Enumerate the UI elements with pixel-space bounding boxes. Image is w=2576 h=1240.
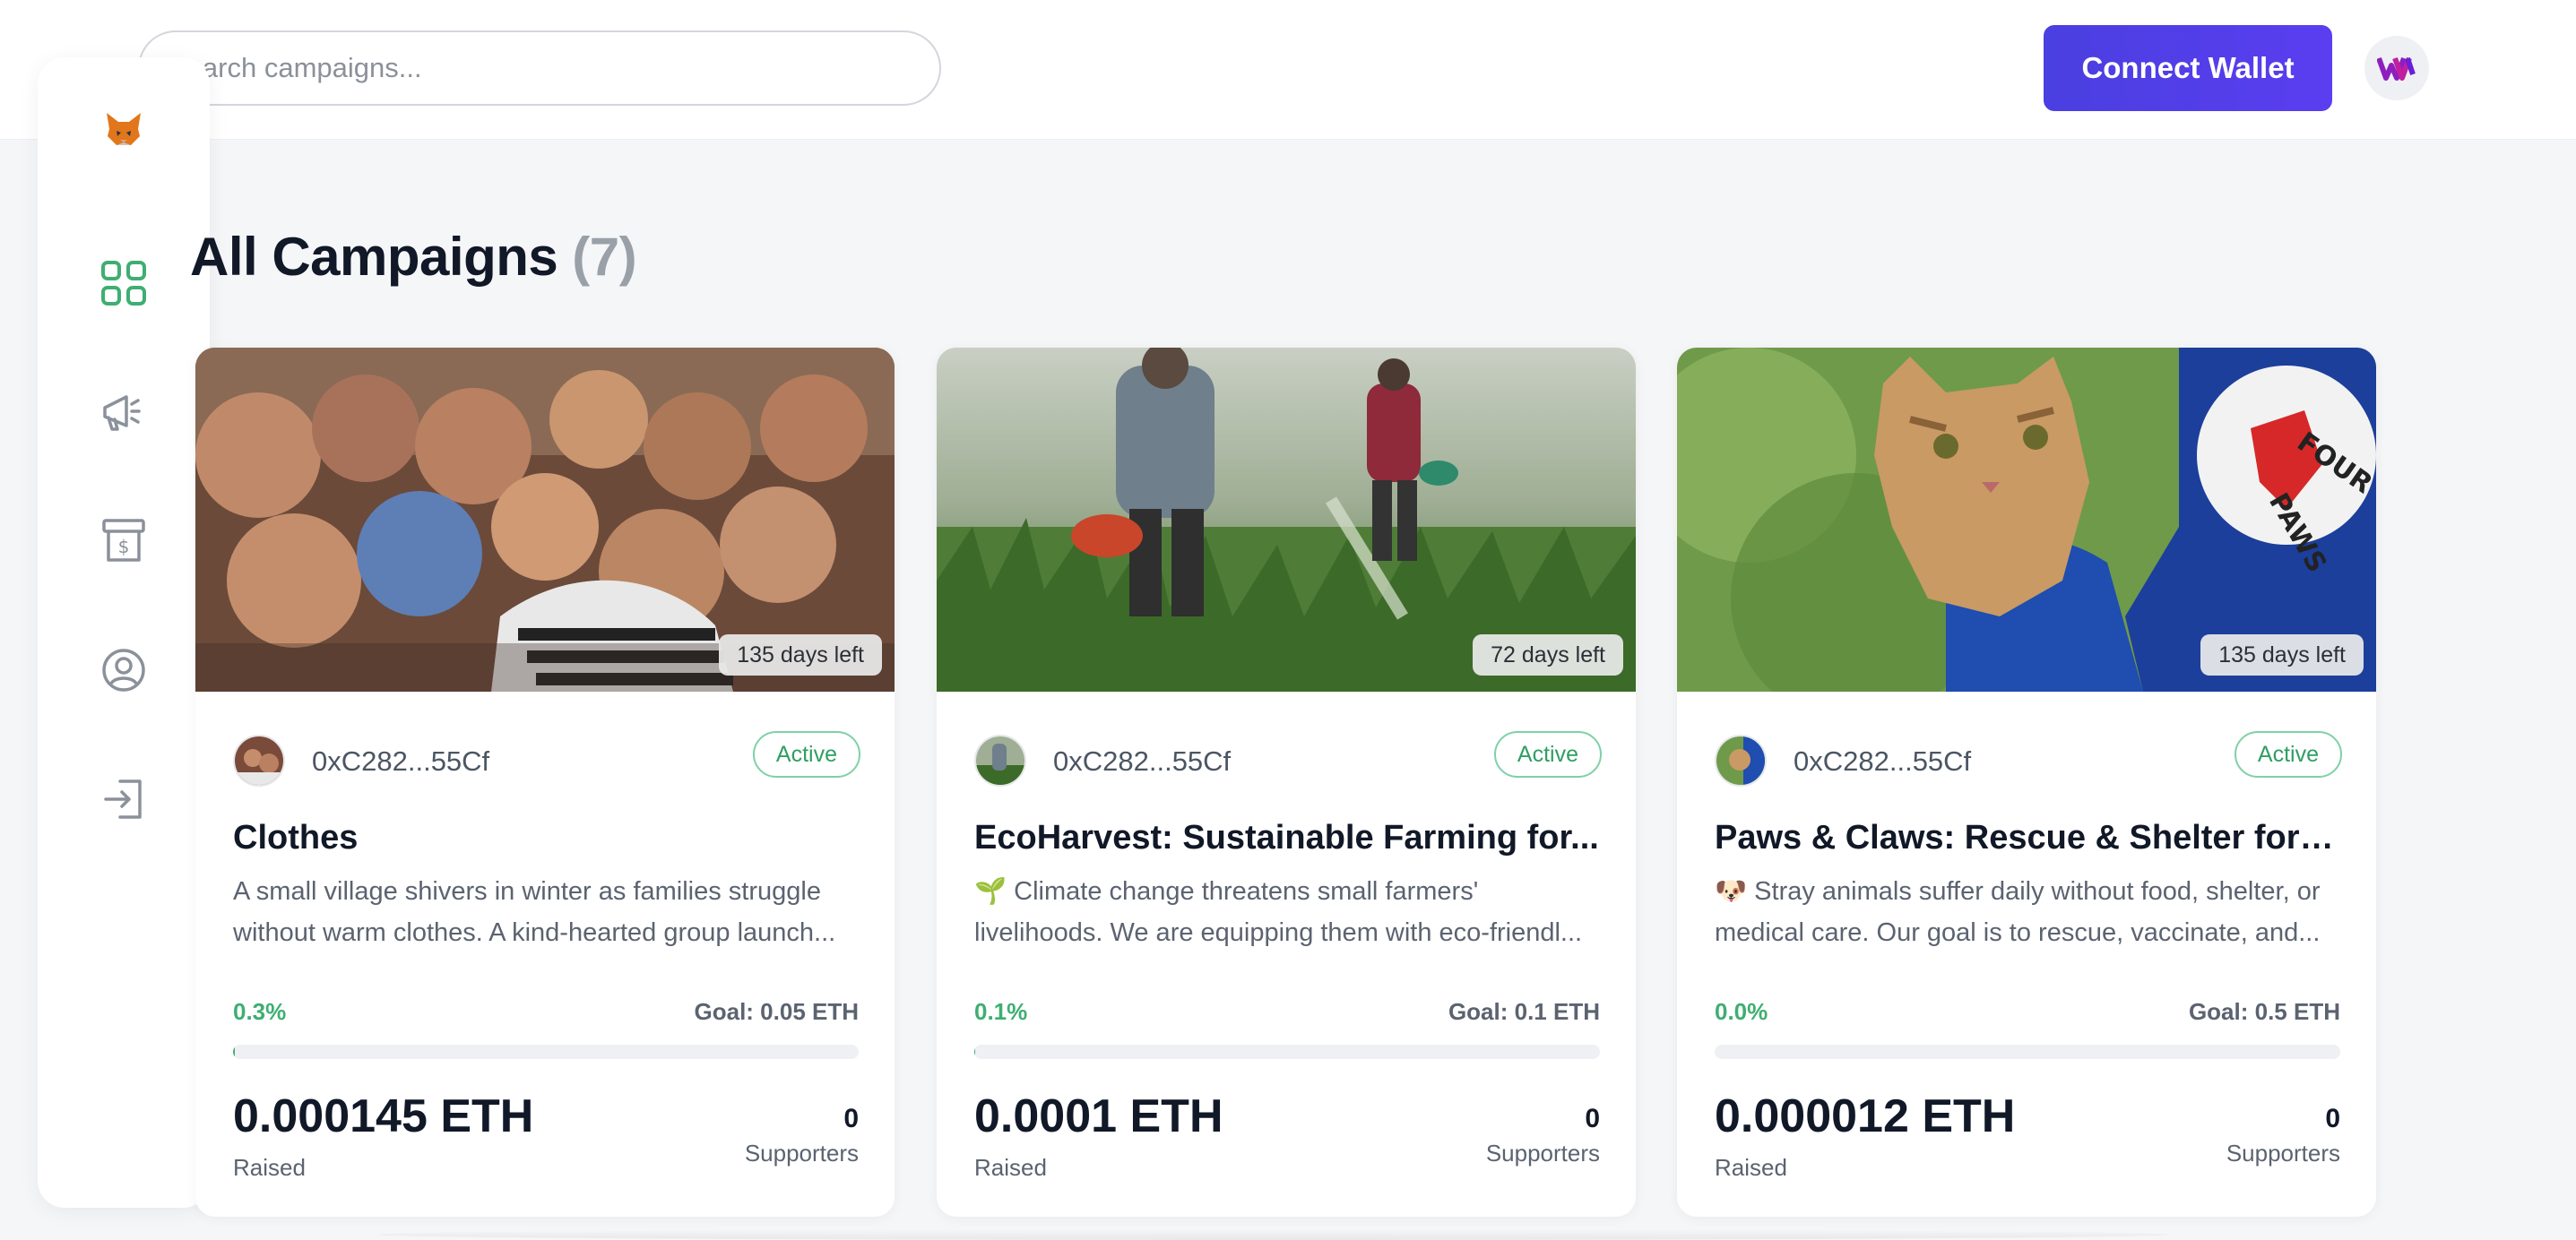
page-title-text: All Campaigns xyxy=(190,227,558,287)
campaign-description: 🌱 Climate change threatens small farmers… xyxy=(974,877,1583,947)
payment-icon[interactable]: $ xyxy=(95,512,152,570)
days-left-badge: 72 days left xyxy=(1473,634,1623,676)
creator-row: 0xC282...55Cf Active xyxy=(233,731,860,788)
progress-bar-fill xyxy=(974,1045,975,1059)
progress-bar xyxy=(974,1045,1600,1059)
days-left-badge: 135 days left xyxy=(2200,634,2364,676)
raised-label: Raised xyxy=(974,1154,1047,1181)
campaign-title: Paws & Claws: Rescue & Shelter for Str..… xyxy=(1715,819,2342,857)
creator-address: 0xC282...55Cf xyxy=(1794,745,1972,777)
user-icon[interactable] xyxy=(95,642,152,699)
campaign-image: 135 days left xyxy=(195,348,895,692)
campaign-description: 🐶 Stray animals suffer daily without foo… xyxy=(1715,877,2321,947)
raised-label: Raised xyxy=(233,1154,306,1181)
raised-amount: 0.000145 ETH xyxy=(233,1090,534,1142)
status-badge: Active xyxy=(1493,731,1602,778)
logout-icon[interactable] xyxy=(95,771,152,828)
progress-bar xyxy=(233,1045,859,1059)
raised-label: Raised xyxy=(1715,1154,1787,1181)
scroll-shadow xyxy=(376,1229,2169,1240)
progress-bar-fill xyxy=(233,1045,236,1059)
w-logo-icon[interactable] xyxy=(2364,36,2429,100)
supporters-count: 0 xyxy=(843,1104,859,1133)
campaign-image: 72 days left xyxy=(937,348,1636,692)
campaign-goal: Goal: 0.1 ETH xyxy=(1448,998,1600,1025)
megaphone-icon[interactable] xyxy=(95,383,152,441)
supporters-label: Supporters xyxy=(744,1140,859,1167)
top-bar: Connect Wallet xyxy=(0,0,2576,140)
campaign-goal: Goal: 0.5 ETH xyxy=(2188,998,2340,1025)
fox-logo-icon[interactable] xyxy=(95,100,152,158)
progress-bar xyxy=(1715,1045,2340,1059)
page-title: All Campaigns (7) xyxy=(190,226,637,288)
campaign-description: A small village shivers in winter as fam… xyxy=(233,877,836,947)
avatar xyxy=(1715,735,1767,787)
avatar xyxy=(974,735,1026,787)
status-badge: Active xyxy=(2234,731,2342,778)
progress-percent: 0.3% xyxy=(233,998,287,1025)
campaign-card[interactable]: 72 days left 0xC282...55Cf Active EcoHar… xyxy=(937,348,1636,1217)
svg-text:$: $ xyxy=(118,536,130,557)
campaign-image: FOUR PAWS 135 days left xyxy=(1677,348,2376,692)
raised-amount: 0.000012 ETH xyxy=(1715,1090,2016,1142)
grid-icon[interactable] xyxy=(95,254,152,312)
supporters-label: Supporters xyxy=(1485,1140,1600,1167)
progress-percent: 0.0% xyxy=(1715,998,1768,1025)
campaign-title: Clothes xyxy=(233,819,359,857)
campaign-goal: Goal: 0.05 ETH xyxy=(694,998,860,1025)
campaign-card[interactable]: 135 days left 0xC282...55Cf Active Cloth… xyxy=(195,348,895,1217)
search-input[interactable] xyxy=(138,30,941,106)
campaign-card[interactable]: FOUR PAWS 135 days left 0xC282...55Cf Ac… xyxy=(1677,348,2376,1217)
creator-address: 0xC282...55Cf xyxy=(1053,745,1232,777)
supporters-label: Supporters xyxy=(2226,1140,2340,1167)
campaign-count: (7) xyxy=(572,227,637,287)
supporters-count: 0 xyxy=(2325,1104,2340,1133)
sidebar: $ xyxy=(38,57,210,1208)
status-badge: Active xyxy=(752,731,860,778)
connect-wallet-button[interactable]: Connect Wallet xyxy=(2044,25,2332,111)
supporters-count: 0 xyxy=(1585,1104,1600,1133)
creator-address: 0xC282...55Cf xyxy=(312,745,490,777)
creator-row: 0xC282...55Cf Active xyxy=(974,731,1602,788)
creator-row: 0xC282...55Cf Active xyxy=(1715,731,2342,788)
avatar xyxy=(233,735,285,787)
raised-amount: 0.0001 ETH xyxy=(974,1090,1223,1142)
days-left-badge: 135 days left xyxy=(719,634,882,676)
progress-percent: 0.1% xyxy=(974,998,1028,1025)
campaign-title: EcoHarvest: Sustainable Farming for... xyxy=(974,819,1599,857)
